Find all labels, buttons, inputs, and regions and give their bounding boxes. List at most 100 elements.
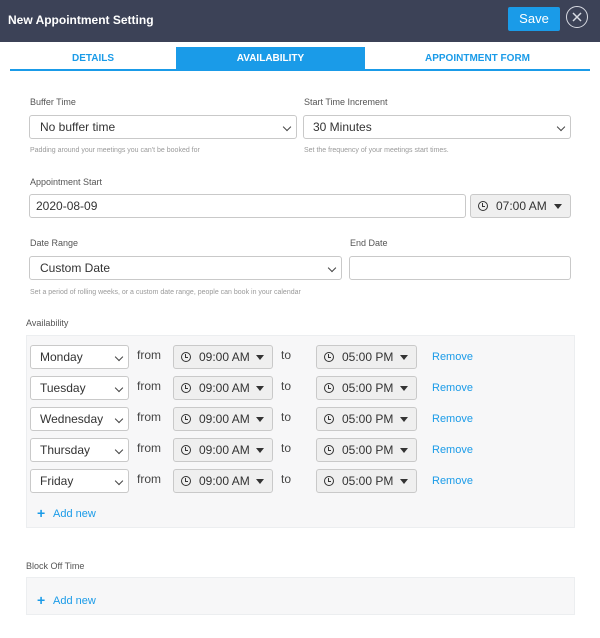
availability-from-time-value: 09:00 AM — [199, 474, 250, 488]
appointment-start-date-input[interactable]: 2020-08-09 — [29, 194, 466, 218]
availability-add-new-link[interactable]: Add new — [53, 508, 96, 520]
availability-day-value: Monday — [40, 350, 83, 364]
block-off-panel: + Add new — [26, 577, 575, 615]
availability-remove-link[interactable]: Remove — [432, 351, 473, 363]
availability-remove-link[interactable]: Remove — [432, 475, 473, 487]
clock-icon — [181, 383, 191, 393]
buffer-time-label: Buffer Time — [30, 97, 76, 107]
availability-from-time-value: 09:00 AM — [199, 443, 250, 457]
availability-to-time-value: 05:00 PM — [342, 350, 394, 364]
caret-down-icon — [256, 448, 264, 453]
availability-to-time-select[interactable]: 05:00 PM — [316, 407, 417, 431]
availability-day-select[interactable]: Tuesday — [30, 376, 129, 400]
clock-icon — [324, 414, 334, 424]
availability-to-time-select[interactable]: 05:00 PM — [316, 438, 417, 462]
availability-to-time-select[interactable]: 05:00 PM — [316, 345, 417, 369]
chevron-down-icon — [114, 445, 124, 455]
from-label: from — [137, 472, 161, 486]
appointment-start-time-value: 07:00 AM — [496, 199, 547, 213]
to-label: to — [281, 379, 292, 393]
close-button[interactable] — [566, 6, 588, 28]
caret-down-icon — [256, 479, 264, 484]
caret-down-icon — [400, 448, 408, 453]
availability-day-value: Friday — [40, 474, 74, 488]
save-button[interactable]: Save — [508, 7, 560, 31]
date-range-value: Custom Date — [40, 261, 111, 275]
availability-day-value: Thursday — [40, 443, 91, 457]
availability-remove-link[interactable]: Remove — [432, 413, 473, 425]
chevron-down-icon — [556, 122, 566, 132]
caret-down-icon — [256, 386, 264, 391]
block-off-label: Block Off Time — [26, 561, 85, 571]
tab-details[interactable]: DETAILS — [10, 47, 176, 71]
caret-down-icon — [554, 204, 562, 209]
availability-day-select[interactable]: Friday — [30, 469, 129, 493]
availability-from-time-value: 09:00 AM — [199, 350, 250, 364]
availability-from-time-select[interactable]: 09:00 AM — [173, 345, 273, 369]
date-range-select[interactable]: Custom Date — [29, 256, 342, 280]
chevron-down-icon — [114, 414, 124, 424]
tab-availability[interactable]: AVAILABILITY — [176, 47, 365, 71]
clock-icon — [181, 476, 191, 486]
start-increment-value: 30 Minutes — [313, 120, 372, 134]
end-date-label: End Date — [350, 238, 388, 248]
clock-icon — [324, 383, 334, 393]
start-increment-help: Set the frequency of your meetings start… — [304, 147, 449, 154]
chevron-down-icon — [282, 122, 292, 132]
from-label: from — [137, 348, 161, 362]
availability-to-time-select[interactable]: 05:00 PM — [316, 469, 417, 493]
availability-to-time-select[interactable]: 05:00 PM — [316, 376, 417, 400]
availability-to-time-value: 05:00 PM — [342, 474, 394, 488]
close-icon — [572, 12, 582, 22]
clock-icon — [324, 445, 334, 455]
clock-icon — [478, 201, 488, 211]
date-range-help: Set a period of rolling weeks, or a cust… — [30, 289, 301, 296]
availability-day-value: Wednesday — [40, 412, 104, 426]
clock-icon — [324, 352, 334, 362]
availability-from-time-select[interactable]: 09:00 AM — [173, 407, 273, 431]
caret-down-icon — [400, 386, 408, 391]
chevron-down-icon — [114, 476, 124, 486]
chevron-down-icon — [327, 263, 337, 273]
caret-down-icon — [400, 479, 408, 484]
caret-down-icon — [256, 417, 264, 422]
start-increment-select[interactable]: 30 Minutes — [303, 115, 571, 139]
availability-remove-link[interactable]: Remove — [432, 382, 473, 394]
availability-from-time-select[interactable]: 09:00 AM — [173, 376, 273, 400]
buffer-time-help: Padding around your meetings you can't b… — [30, 147, 200, 154]
availability-day-value: Tuesday — [40, 381, 86, 395]
caret-down-icon — [256, 355, 264, 360]
from-label: from — [137, 441, 161, 455]
caret-down-icon — [400, 355, 408, 360]
clock-icon — [181, 352, 191, 362]
from-label: from — [137, 410, 161, 424]
plus-icon: + — [37, 592, 46, 608]
caret-down-icon — [400, 417, 408, 422]
availability-remove-link[interactable]: Remove — [432, 444, 473, 456]
buffer-time-select[interactable]: No buffer time — [29, 115, 297, 139]
availability-label: Availability — [26, 318, 69, 328]
to-label: to — [281, 441, 292, 455]
block-off-add-new-link[interactable]: Add new — [53, 595, 96, 607]
appointment-start-date-value: 2020-08-09 — [36, 199, 98, 213]
availability-to-time-value: 05:00 PM — [342, 412, 394, 426]
chevron-down-icon — [114, 352, 124, 362]
tab-appointment-form[interactable]: APPOINTMENT FORM — [365, 47, 590, 71]
plus-icon: + — [37, 505, 46, 521]
end-date-input[interactable] — [349, 256, 571, 280]
to-label: to — [281, 472, 292, 486]
modal-title: New Appointment Setting — [8, 13, 154, 27]
start-increment-label: Start Time Increment — [304, 97, 388, 107]
availability-day-select[interactable]: Wednesday — [30, 407, 129, 431]
availability-to-time-value: 05:00 PM — [342, 381, 394, 395]
to-label: to — [281, 410, 292, 424]
availability-from-time-value: 09:00 AM — [199, 412, 250, 426]
availability-from-time-select[interactable]: 09:00 AM — [173, 438, 273, 462]
appointment-start-time-select[interactable]: 07:00 AM — [470, 194, 571, 218]
availability-day-select[interactable]: Monday — [30, 345, 129, 369]
to-label: to — [281, 348, 292, 362]
clock-icon — [181, 445, 191, 455]
availability-from-time-select[interactable]: 09:00 AM — [173, 469, 273, 493]
availability-to-time-value: 05:00 PM — [342, 443, 394, 457]
availability-day-select[interactable]: Thursday — [30, 438, 129, 462]
